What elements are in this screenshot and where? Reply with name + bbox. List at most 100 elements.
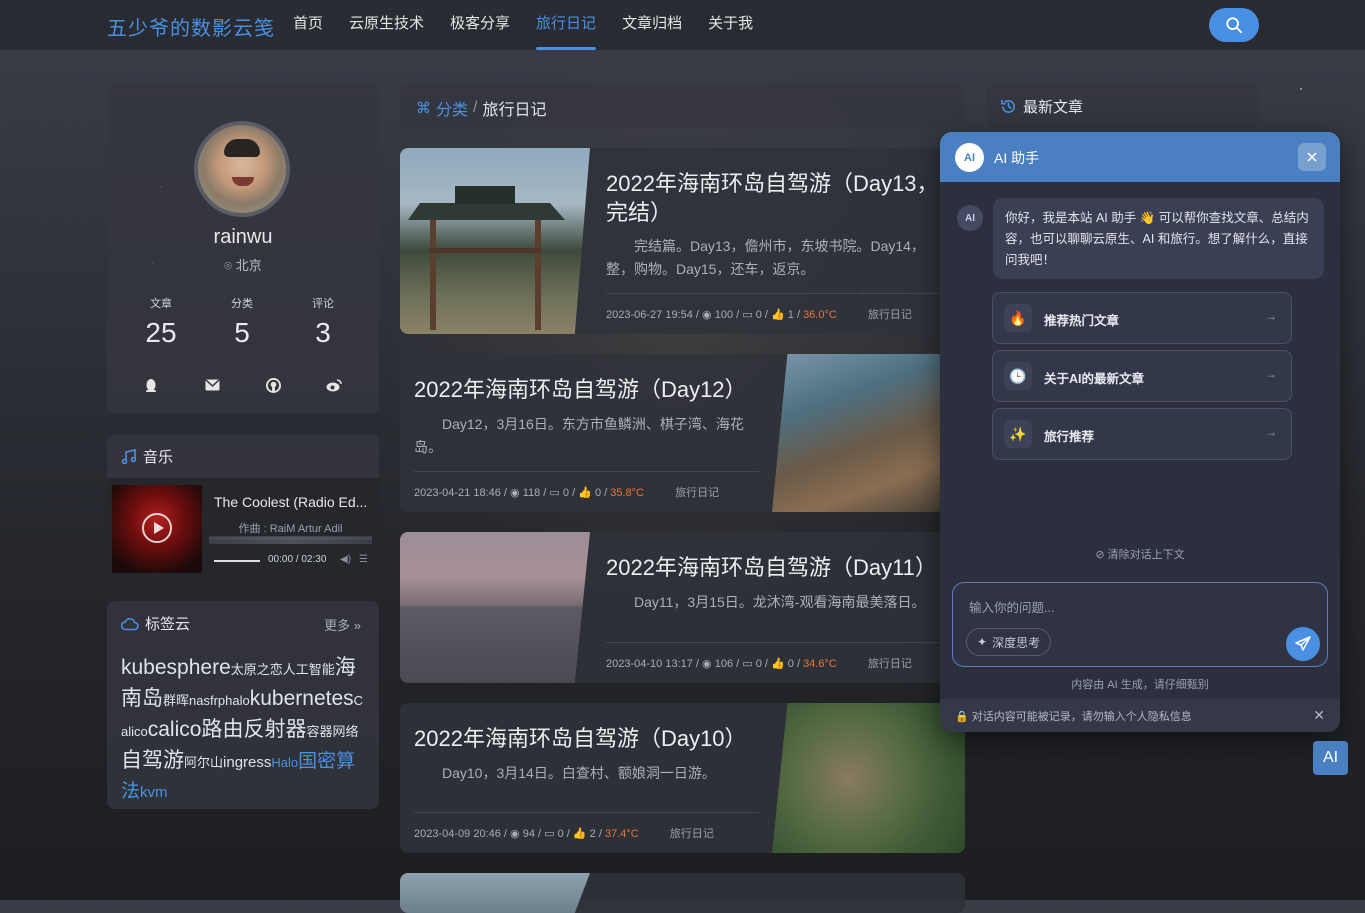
latest-title: 最新文章 [1023,99,1084,116]
thumb-up-icon: 👍 [578,487,592,499]
post-category[interactable]: 旅行日记 [868,309,912,321]
post-category[interactable]: 旅行日记 [670,828,714,840]
suggestion-travel[interactable]: ✨ 旅行推荐 → [992,408,1292,460]
music-note-icon [121,448,137,464]
post-thumbnail[interactable] [400,873,590,913]
nav-cloud-native[interactable]: 云原生技术 [349,0,424,50]
site-title[interactable]: 五少爷的数影云笺 [107,12,275,41]
arrow-right-icon: → [1265,425,1277,439]
tag-link[interactable]: Halo [271,755,298,770]
post-views: 94 [522,828,535,840]
post-likes: 0 [787,658,794,670]
tag-link[interactable]: 太原之恋 [231,662,283,677]
post-title[interactable]: 2022年海南环岛自驾游（Day13，完结） [606,169,946,227]
comment-icon: ▭ [742,658,753,670]
tag-link[interactable]: 自驾游 [121,749,184,772]
nav-travel-diary[interactable]: 旅行日记 [536,0,597,50]
close-button[interactable] [1298,143,1326,171]
post-likes: 0 [594,487,602,499]
post-card[interactable]: 2022年海南环岛自驾游（Day11） Day11，3月15日。龙沐湾-观看海南… [400,532,965,683]
send-button[interactable] [1286,627,1320,661]
post-excerpt: 完结篇。Day13，儋州市，东坡书院。Day14，整，购物。Day15，还车，返… [606,238,925,277]
lock-icon: 🔒 [955,711,969,723]
nav-home[interactable]: 首页 [293,0,323,50]
weibo-icon[interactable] [324,375,344,395]
ai-fab-button[interactable]: AI [1313,741,1348,775]
thumb-up-icon: 👍 [771,309,785,321]
suggestion-label: 推荐热门文章 [1044,314,1120,328]
deep-think-toggle[interactable]: ✦ 深度思考 [966,628,1052,656]
latest-header: 最新文章 [1000,96,1083,117]
more-tags-link[interactable]: 更多 » [324,615,361,634]
nav-archive[interactable]: 文章归档 [622,0,682,50]
play-icon[interactable] [142,513,172,543]
avatar[interactable] [194,121,290,217]
tag-link[interactable]: 人工智能 [283,662,335,677]
post-comments: 0 [755,309,762,321]
github-icon[interactable] [263,375,283,395]
search-icon [1226,17,1243,34]
history-icon [1001,99,1015,113]
progress-bar[interactable] [214,560,260,562]
eye-off-icon: ⊘ [1095,549,1105,561]
stat-categories[interactable]: 分类 5 [202,295,282,349]
tag-link[interactable]: frp [210,693,225,708]
tag-link[interactable]: calico [148,718,202,741]
mail-icon[interactable] [202,375,222,395]
privacy-close-icon[interactable]: ✕ [1313,707,1325,724]
post-thumbnail[interactable] [400,148,590,334]
tag-link[interactable]: ingress [223,754,271,771]
nav-geek-share[interactable]: 极客分享 [450,0,510,50]
volume-icon[interactable]: ◀) [340,554,351,565]
tag-link[interactable]: kubesphere [121,656,231,679]
post-category[interactable]: 旅行日记 [868,658,912,670]
tag-link[interactable]: kubernetes [250,687,354,710]
tag-link[interactable]: 群晖 [163,693,189,708]
breadcrumb: ⌘ 分类 / 旅行日记 [400,84,965,128]
music-card: 音乐 The Coolest (Radio Ed... 作曲 : RaiM Ar… [107,434,379,581]
breadcrumb-category[interactable]: 分类 [436,96,468,120]
tag-cloud-header: 标签云 [121,613,190,634]
post-card[interactable]: 2022年海南环岛自驾游（Day12） Day12，3月16日。东方市鱼鳞洲、棋… [400,354,965,512]
post-views: 106 [714,658,734,670]
tag-link[interactable]: 阿尔山 [184,755,223,770]
tag-link[interactable]: 路由反射器 [201,718,306,741]
tag-link[interactable]: 容器网络 [306,724,358,739]
location-text: 北京 [235,258,262,273]
post-comments: 0 [557,828,564,840]
ai-header: AI AI 助手 [940,132,1340,182]
suggestion-hot-articles[interactable]: 🔥 推荐热门文章 → [992,292,1292,344]
music-title: 音乐 [143,449,174,466]
post-title[interactable]: 2022年海南环岛自驾游（Day12） [414,375,759,404]
qq-icon[interactable] [141,375,161,395]
nav-about[interactable]: 关于我 [708,0,753,50]
post-title[interactable]: 2022年海南环岛自驾游（Day10） [414,724,759,753]
post-temp: 35.8°C [610,487,645,499]
search-button[interactable] [1209,8,1259,42]
post-thumbnail[interactable] [772,354,965,512]
post-thumbnail[interactable] [772,703,965,853]
clear-context-button[interactable]: ⊘ 清除对话上下文 [940,546,1340,562]
breadcrumb-current: 旅行日记 [482,102,547,119]
tag-link[interactable]: halo [225,693,250,708]
post-card[interactable]: 2022年海南环岛自驾游（Day13，完结） 完结篇。Day13，儋州市，东坡书… [400,148,965,334]
playlist-icon[interactable]: ☰ [359,554,368,565]
clear-label: 清除对话上下文 [1107,549,1185,561]
suggestion-ai-articles[interactable]: 🕒 关于AI的最新文章 → [992,350,1292,402]
post-title[interactable]: 2022年海南环岛自驾游（Day11） [606,553,951,582]
post-card[interactable] [400,873,965,913]
post-thumbnail[interactable] [400,532,590,683]
post-date: 2023-04-21 18:46 [414,487,501,499]
post-meta: 2023-04-21 18:46 / ◉ 118 / ▭ 0 / 👍 0 / 3… [414,471,759,500]
tag-link[interactable]: nas [189,693,210,708]
ai-logo: AI [955,143,984,172]
question-input[interactable]: 输入你的问题... ✦ 深度思考 [952,582,1328,667]
stat-articles[interactable]: 文章 25 [121,295,201,349]
eye-icon: ◉ [510,828,520,840]
post-category[interactable]: 旅行日记 [675,487,719,499]
eye-icon: ◉ [702,658,712,670]
stat-comments[interactable]: 评论 3 [283,295,363,349]
tag-link[interactable]: kvm [140,784,168,801]
bot-avatar: AI [957,205,983,231]
post-card[interactable]: 2022年海南环岛自驾游（Day10） Day10，3月14日。白查村、额娘洞一… [400,703,965,853]
